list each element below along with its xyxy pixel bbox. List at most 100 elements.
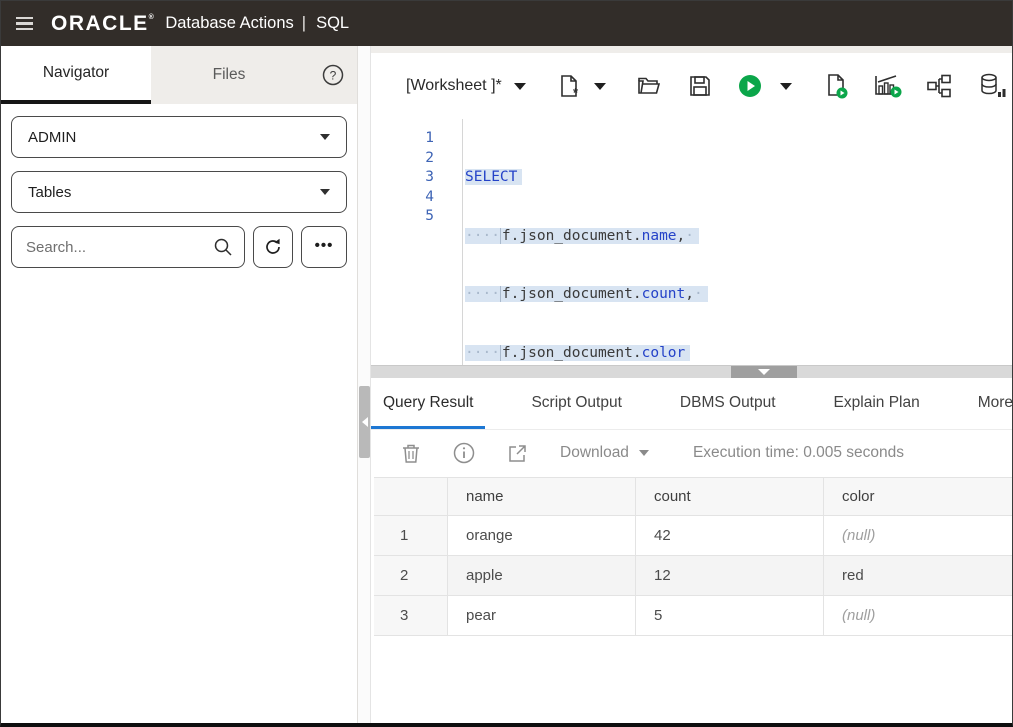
collapse-left-icon	[362, 417, 368, 427]
explain-plan-icon	[926, 73, 952, 99]
count-cell[interactable]: 12	[636, 556, 824, 595]
table-row[interactable]: 2 apple 12 red	[374, 556, 1012, 596]
line-number: 3	[371, 168, 434, 188]
new-worksheet-icon: *	[556, 73, 582, 99]
name-cell[interactable]: orange	[448, 516, 636, 555]
download-dropdown[interactable]: Download	[560, 444, 649, 462]
open-file-button[interactable]	[636, 73, 662, 99]
count-cell[interactable]: 5	[636, 596, 824, 635]
count-cell[interactable]: 42	[636, 516, 824, 555]
autotrace-button[interactable]	[872, 72, 902, 100]
open-folder-icon	[636, 73, 662, 99]
sidebar-splitter[interactable]	[357, 46, 371, 723]
code-line: ····f.json_document.color	[465, 344, 1012, 364]
more-actions-button[interactable]: •••	[301, 226, 347, 268]
object-type-select[interactable]: Tables	[11, 171, 347, 213]
tab-more-label: More	[978, 394, 1012, 412]
grid-header-color[interactable]: color	[824, 478, 1012, 515]
chevron-down-icon	[320, 189, 330, 195]
sidebar-collapse-handle[interactable]	[359, 386, 370, 458]
sql-editor[interactable]: 1 2 3 4 5 SELECT ····f.json_document.nam…	[371, 119, 1012, 365]
ellipsis-icon: •••	[315, 237, 334, 254]
name-cell[interactable]: pear	[448, 596, 636, 635]
top-bar: ORACLE® Database Actions | SQL	[1, 1, 1012, 46]
run-dropdown-icon[interactable]	[780, 83, 792, 90]
worksheet-title-dropdown[interactable]: [Worksheet ]*	[406, 77, 526, 95]
grid-header-name[interactable]: name	[448, 478, 636, 515]
trash-icon	[401, 442, 421, 464]
registered-mark: ®	[149, 14, 156, 21]
editor-results-splitter[interactable]	[371, 365, 1012, 378]
tab-query-result-label: Query Result	[383, 394, 473, 412]
sidebar-tab-bar: Navigator Files ?	[1, 46, 357, 104]
color-cell[interactable]: red	[824, 556, 1012, 595]
run-icon	[738, 74, 762, 98]
table-row[interactable]: 1 orange 42 (null)	[374, 516, 1012, 556]
tab-dbms-output-label: DBMS Output	[680, 394, 776, 412]
grid-header-count[interactable]: count	[636, 478, 824, 515]
color-cell[interactable]: (null)	[824, 596, 1012, 635]
explain-plan-button[interactable]	[926, 73, 952, 99]
collapse-down-icon	[758, 369, 770, 375]
search-input[interactable]	[11, 226, 245, 268]
run-script-button[interactable]	[822, 72, 850, 100]
tab-dbms-output[interactable]: DBMS Output	[668, 378, 788, 429]
name-cell[interactable]: apple	[448, 556, 636, 595]
oracle-logo: ORACLE®	[51, 12, 155, 36]
results-toolbar: Download Execution time: 0.005 seconds	[371, 430, 1012, 477]
header-band	[371, 46, 1012, 53]
tab-script-output[interactable]: Script Output	[519, 378, 633, 429]
grid-header-rownum[interactable]	[374, 478, 448, 515]
tab-script-output-label: Script Output	[531, 394, 621, 412]
open-in-new-tab-button[interactable]	[507, 443, 528, 464]
tab-explain-plan[interactable]: Explain Plan	[822, 378, 932, 429]
query-result-grid: name count color 1 orange 42 (null) 2 ap…	[374, 477, 1012, 724]
clear-results-button[interactable]	[401, 442, 421, 464]
database-icon	[978, 72, 1008, 100]
tab-more[interactable]: More	[966, 378, 1012, 429]
worksheet-toolbar: [Worksheet ]* *	[371, 53, 1012, 119]
sidebar-content: ADMIN Tables	[1, 104, 357, 723]
app-context-sql: SQL	[316, 14, 349, 33]
chevron-down-icon	[639, 450, 649, 456]
object-type-select-value: Tables	[28, 184, 320, 201]
tab-query-result[interactable]: Query Result	[371, 378, 485, 429]
line-number: 5	[371, 207, 434, 227]
hamburger-menu-icon[interactable]	[1, 17, 47, 31]
table-row[interactable]: 3 pear 5 (null)	[374, 596, 1012, 636]
line-number: 1	[371, 129, 434, 149]
new-worksheet-button[interactable]: *	[556, 73, 582, 99]
svg-text:?: ?	[330, 69, 337, 83]
chevron-down-icon	[320, 134, 330, 140]
external-link-icon	[507, 443, 528, 464]
row-number-cell: 1	[374, 516, 448, 555]
code-line: ····f.json_document.name,·	[465, 227, 1012, 247]
run-script-icon	[822, 72, 850, 100]
worksheet-title: [Worksheet ]*	[406, 77, 502, 95]
tab-navigator-label: Navigator	[43, 64, 109, 82]
schema-select[interactable]: ADMIN	[11, 116, 347, 158]
database-actions-window: ORACLE® Database Actions | SQL Navigator…	[0, 0, 1013, 727]
title-divider: |	[302, 14, 306, 33]
app-title: Database Actions	[165, 14, 293, 33]
sql-info-button[interactable]	[453, 442, 475, 464]
tab-navigator[interactable]: Navigator	[1, 46, 151, 104]
tab-files[interactable]: Files	[151, 46, 307, 104]
row-number-cell: 3	[374, 596, 448, 635]
color-cell[interactable]: (null)	[824, 516, 1012, 555]
save-icon	[688, 74, 712, 98]
sidebar: Navigator Files ? ADMIN Tables	[1, 46, 357, 723]
code-area[interactable]: SELECT ····f.json_document.name,· ····f.…	[463, 119, 1012, 365]
chevron-down-icon	[514, 83, 526, 90]
data-loading-button[interactable]	[978, 72, 1008, 100]
worksheet-panel: [Worksheet ]* *	[371, 46, 1012, 723]
new-worksheet-dropdown-icon[interactable]	[594, 83, 606, 90]
autotrace-chart-icon	[872, 72, 902, 100]
code-line: SELECT	[465, 168, 1012, 188]
save-button[interactable]	[688, 74, 712, 98]
refresh-button[interactable]	[253, 226, 293, 268]
splitter-collapse-handle[interactable]	[731, 366, 797, 378]
help-icon[interactable]: ?	[321, 63, 345, 87]
run-statement-button[interactable]	[738, 74, 762, 98]
svg-text:*: *	[573, 85, 579, 99]
